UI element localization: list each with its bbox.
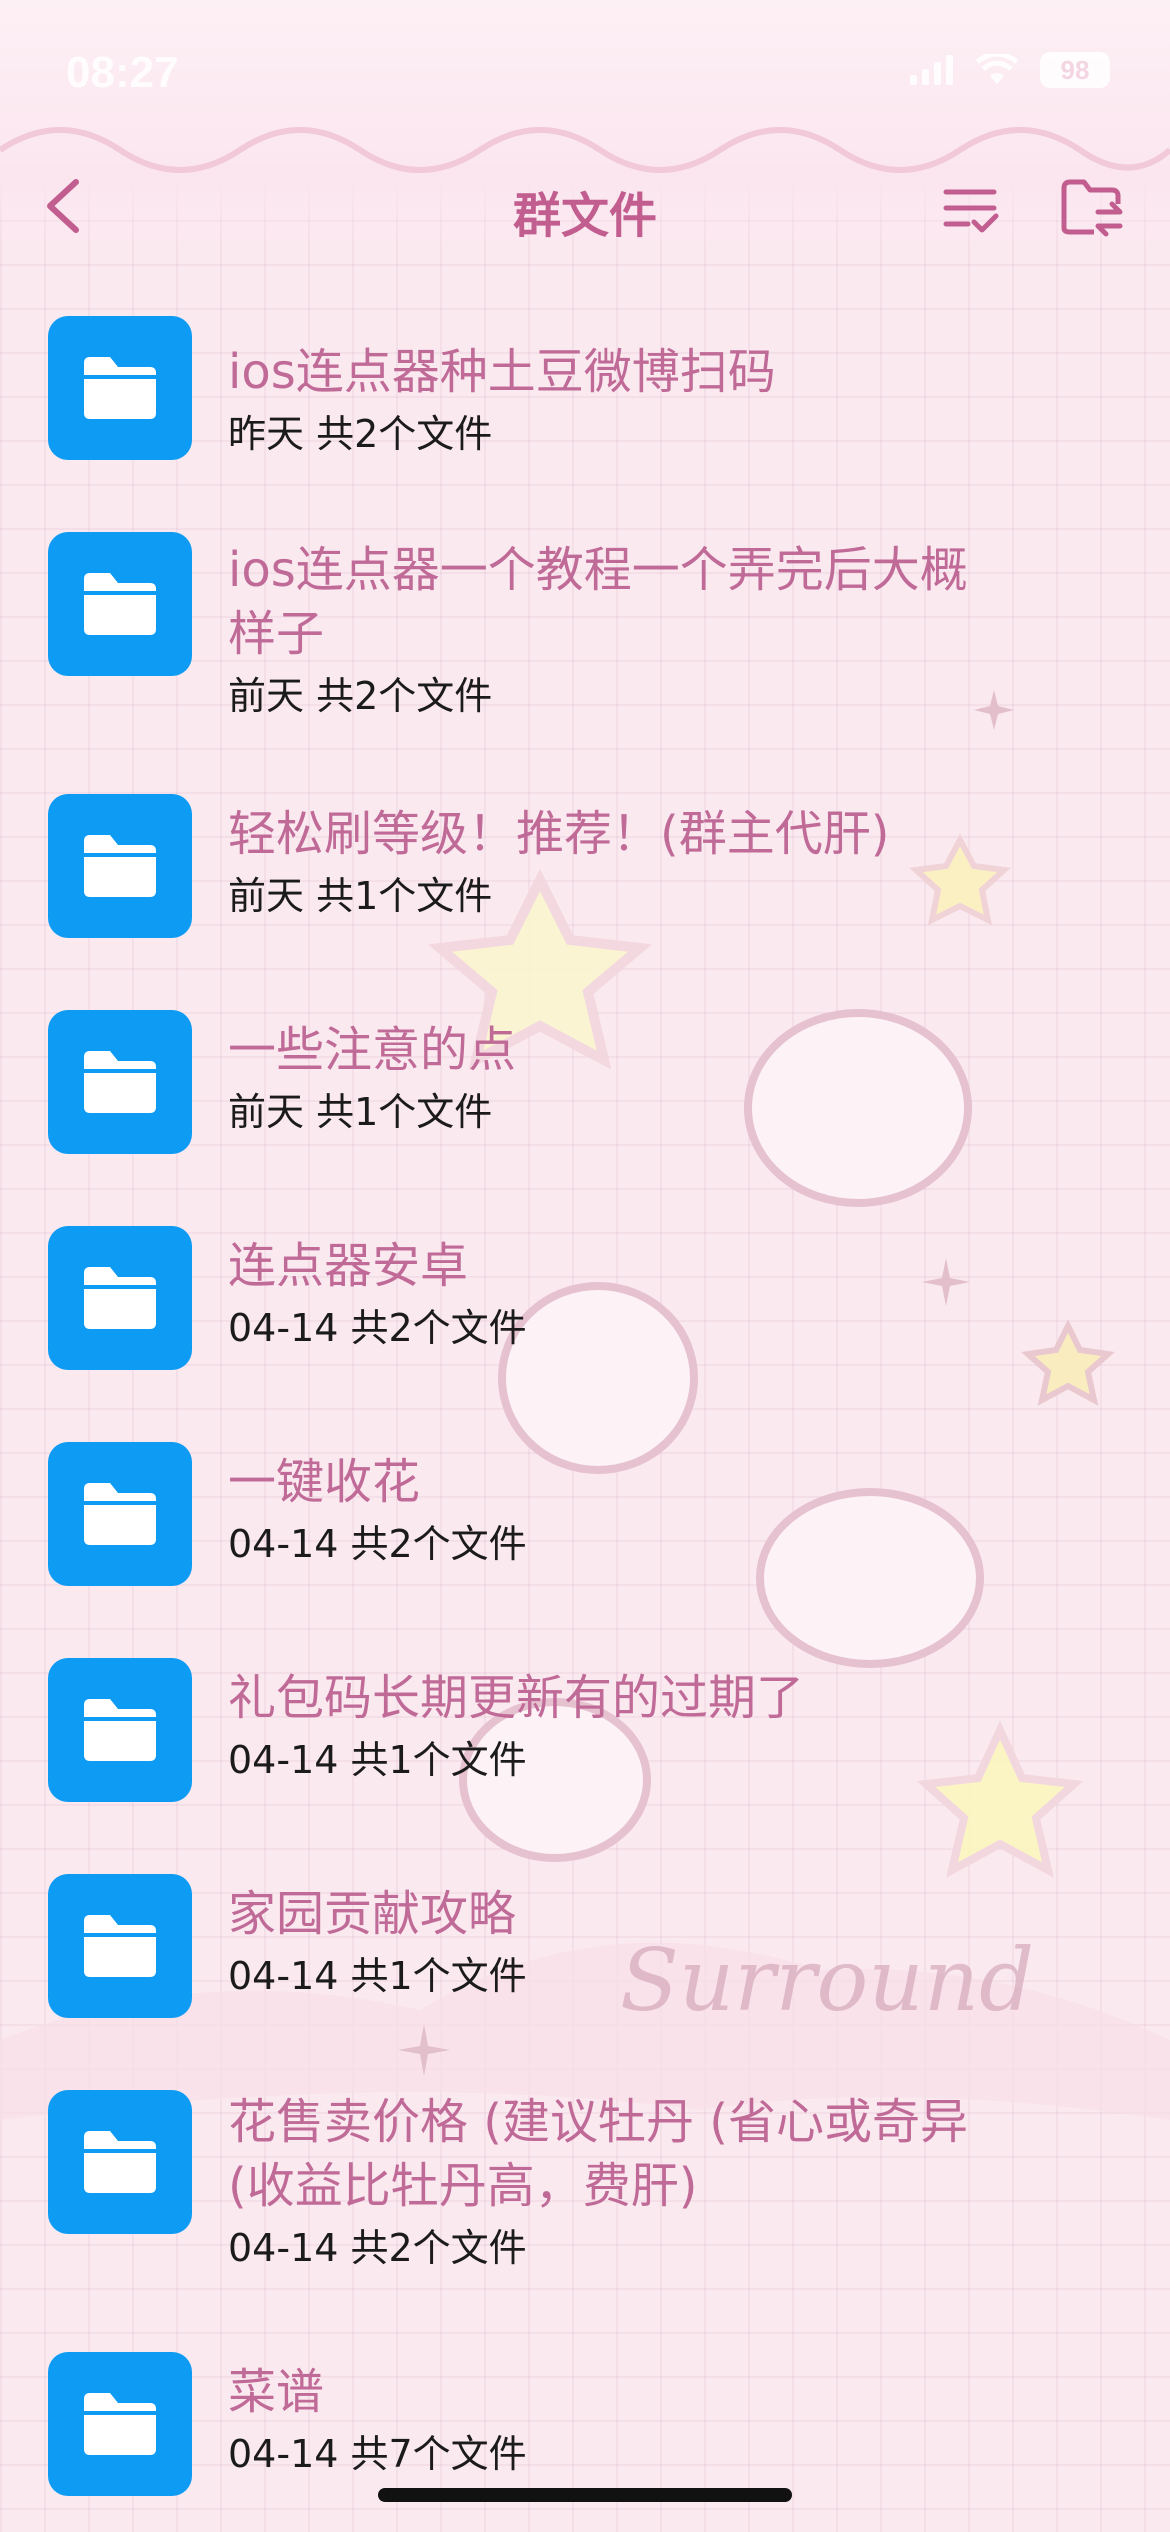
- cellular-signal-icon: [910, 55, 953, 85]
- file-meta: 04-14 共2个文件: [228, 1522, 527, 1566]
- file-title: 一键收花: [228, 1454, 421, 1510]
- list-item[interactable]: 礼包码长期更新有的过期了 04-14 共1个文件: [0, 1658, 1170, 1808]
- file-meta: 前天 共1个文件: [228, 1090, 493, 1134]
- list-item[interactable]: ios连点器一个教程一个弄完后大概样子 前天 共2个文件: [0, 532, 1170, 732]
- file-title: 菜谱: [228, 2364, 325, 2420]
- navigation-bar: 群文件: [0, 160, 1170, 252]
- file-meta: 04-14 共7个文件: [228, 2432, 527, 2476]
- battery-indicator: 98: [1040, 52, 1110, 88]
- sort-check-icon[interactable]: [940, 178, 1000, 238]
- folder-icon: [48, 1226, 192, 1370]
- home-indicator[interactable]: [378, 2488, 792, 2502]
- status-bar: 08:27 98: [0, 0, 1170, 150]
- list-item[interactable]: 一键收花 04-14 共2个文件: [0, 1442, 1170, 1592]
- status-indicators: 98: [910, 52, 1110, 88]
- file-meta: 04-14 共2个文件: [228, 1306, 527, 1350]
- folder-icon: [48, 316, 192, 460]
- wifi-icon: [976, 54, 1018, 84]
- file-title: 一些注意的点: [228, 1022, 517, 1078]
- file-title: ios连点器一个教程一个弄完后大概样子: [228, 542, 968, 662]
- folder-icon: [48, 2352, 192, 2496]
- file-title: 轻松刷等级！推荐！(群主代肝): [228, 806, 890, 862]
- folder-icon: [48, 1658, 192, 1802]
- list-item[interactable]: ios连点器种土豆微博扫码 昨天 共2个文件: [0, 316, 1170, 466]
- list-item[interactable]: 家园贡献攻略 04-14 共1个文件: [0, 1874, 1170, 2024]
- folder-icon: [48, 532, 192, 676]
- list-item[interactable]: 花售卖价格 (建议牡丹 (省心或奇异 (收益比牡丹高，费肝) 04-14 共2个…: [0, 2090, 1170, 2290]
- folder-icon: [48, 2090, 192, 2234]
- file-title: 连点器安卓: [228, 1238, 469, 1294]
- file-meta: 前天 共2个文件: [228, 674, 493, 718]
- list-item[interactable]: 一些注意的点 前天 共1个文件: [0, 1010, 1170, 1160]
- list-item[interactable]: 轻松刷等级！推荐！(群主代肝) 前天 共1个文件: [0, 794, 1170, 944]
- file-title: ios连点器种土豆微博扫码: [228, 344, 776, 400]
- file-meta: 04-14 共1个文件: [228, 1954, 527, 1998]
- folder-icon: [48, 1442, 192, 1586]
- folder-transfer-icon[interactable]: [1058, 174, 1124, 240]
- status-time: 08:27: [66, 48, 179, 97]
- file-title: 家园贡献攻略: [228, 1886, 517, 1942]
- file-title: 花售卖价格 (建议牡丹 (省心或奇异 (收益比牡丹高，费肝): [228, 2094, 968, 2214]
- folder-icon: [48, 794, 192, 938]
- list-item[interactable]: 菜谱 04-14 共7个文件: [0, 2352, 1170, 2502]
- file-meta: 04-14 共2个文件: [228, 2226, 527, 2270]
- folder-icon: [48, 1874, 192, 2018]
- file-title: 礼包码长期更新有的过期了: [228, 1670, 805, 1726]
- file-meta: 昨天 共2个文件: [228, 412, 493, 456]
- file-meta: 04-14 共1个文件: [228, 1738, 527, 1782]
- file-meta: 前天 共1个文件: [228, 874, 493, 918]
- folder-icon: [48, 1010, 192, 1154]
- list-item[interactable]: 连点器安卓 04-14 共2个文件: [0, 1226, 1170, 1376]
